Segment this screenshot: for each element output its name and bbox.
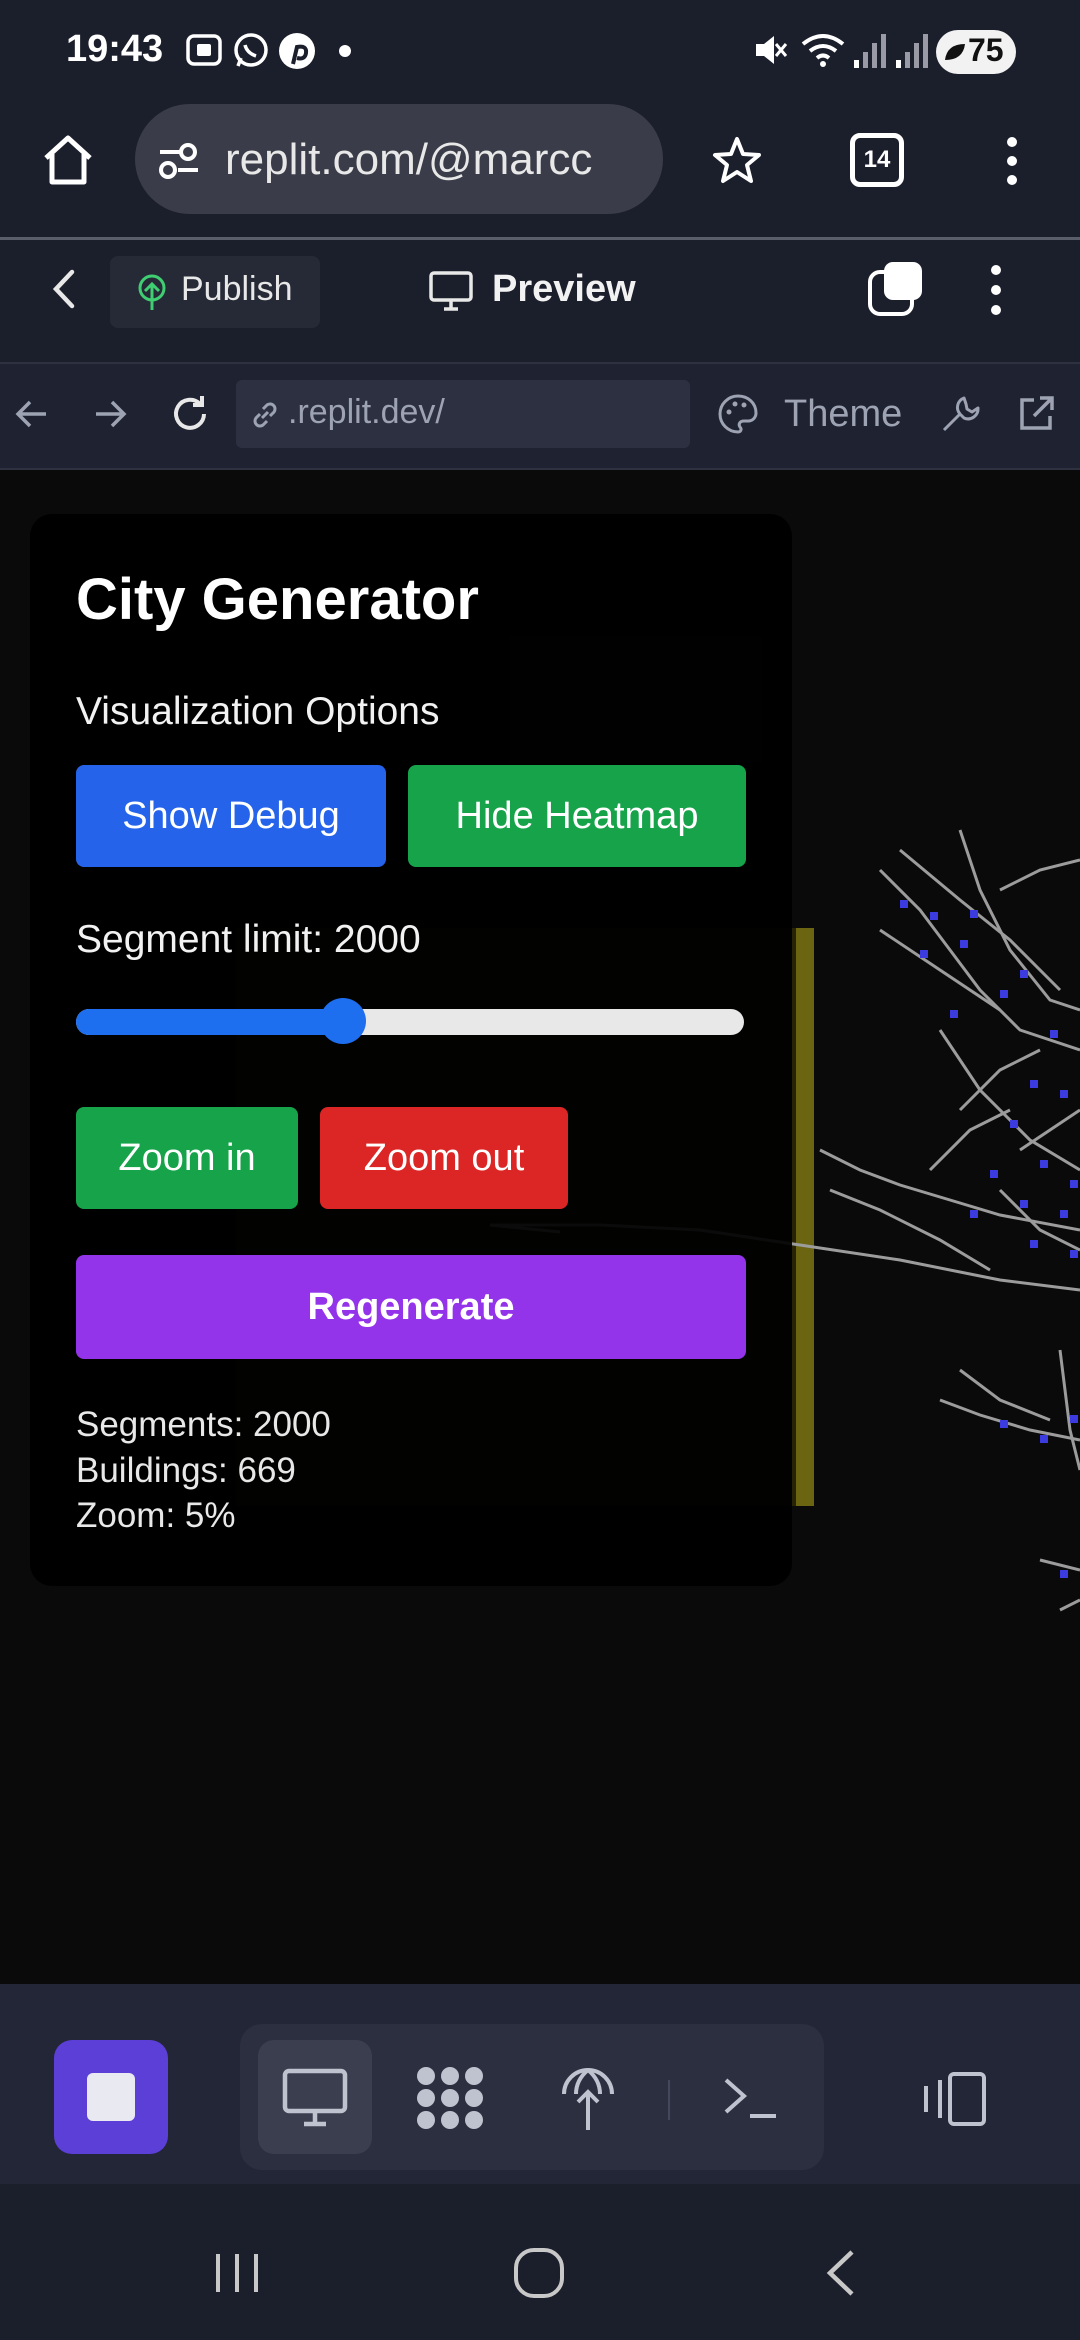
palette-icon[interactable] [716, 392, 760, 436]
link-icon [248, 398, 282, 432]
battery-saver-icon [942, 40, 968, 64]
star-icon[interactable] [710, 134, 764, 188]
home-circle-icon[interactable] [512, 2246, 566, 2300]
publish-label[interactable]: Publish [181, 270, 293, 309]
mute-icon [752, 30, 788, 70]
address-url[interactable]: replit.com/@marcc [225, 135, 645, 185]
preview-url-text[interactable]: .replit.dev/ [288, 393, 445, 432]
slider-fill [76, 1009, 344, 1035]
screenshot-icon [184, 30, 224, 70]
whatsapp-icon [230, 30, 272, 72]
header-more-icon[interactable] [984, 262, 1008, 318]
back-icon[interactable] [822, 2248, 862, 2298]
zoom-in-button[interactable]: Zoom in [76, 1107, 298, 1209]
wifi-icon [800, 30, 846, 70]
wrench-icon[interactable] [938, 392, 982, 436]
show-debug-button[interactable]: Show Debug [76, 765, 386, 867]
panel-title: City Generator [76, 567, 479, 632]
more-vert-icon[interactable] [1000, 134, 1024, 188]
battery-level: 75 [968, 32, 1004, 68]
visualization-options-label: Visualization Options [76, 690, 440, 733]
stat-segments: Segments: 2000 [76, 1405, 331, 1444]
open-external-icon[interactable] [1014, 392, 1058, 436]
pane-switch-icon[interactable] [866, 260, 924, 318]
recents-icon[interactable] [212, 2250, 262, 2296]
monitor-icon [428, 270, 474, 312]
stop-icon [87, 2073, 135, 2121]
slider-thumb[interactable] [320, 998, 367, 1044]
signal-icon [852, 30, 888, 70]
nav-forward-icon[interactable] [90, 394, 130, 434]
back-chevron-icon[interactable] [46, 266, 82, 312]
terminal-icon[interactable] [720, 2072, 780, 2124]
deploy-icon[interactable] [558, 2064, 618, 2134]
dot-icon [338, 44, 352, 58]
regenerate-button[interactable]: Regenerate [76, 1255, 746, 1359]
pinterest-icon [276, 30, 318, 72]
zoom-out-button[interactable]: Zoom out [320, 1107, 568, 1209]
signal-icon-2 [894, 30, 930, 70]
segment-limit-label: Segment limit: 2000 [76, 918, 421, 961]
reload-icon[interactable] [168, 392, 212, 436]
split-view-icon[interactable] [920, 2070, 988, 2128]
tabs-icon[interactable]: 14 [850, 133, 904, 187]
preview-tab-label[interactable]: Preview [492, 268, 636, 311]
home-icon[interactable] [38, 130, 98, 190]
apps-grid-icon[interactable] [414, 2064, 486, 2132]
stat-buildings: Buildings: 669 [76, 1451, 296, 1490]
tab-separator [668, 2080, 670, 2120]
publish-icon [134, 272, 170, 312]
theme-label[interactable]: Theme [784, 393, 902, 436]
stat-zoom: Zoom: 5% [76, 1496, 236, 1535]
site-settings-icon[interactable] [156, 138, 202, 182]
nav-back-icon[interactable] [12, 394, 52, 434]
status-time: 19:43 [66, 28, 164, 70]
preview-monitor-icon [282, 2068, 348, 2128]
hide-heatmap-button[interactable]: Hide Heatmap [408, 765, 746, 867]
